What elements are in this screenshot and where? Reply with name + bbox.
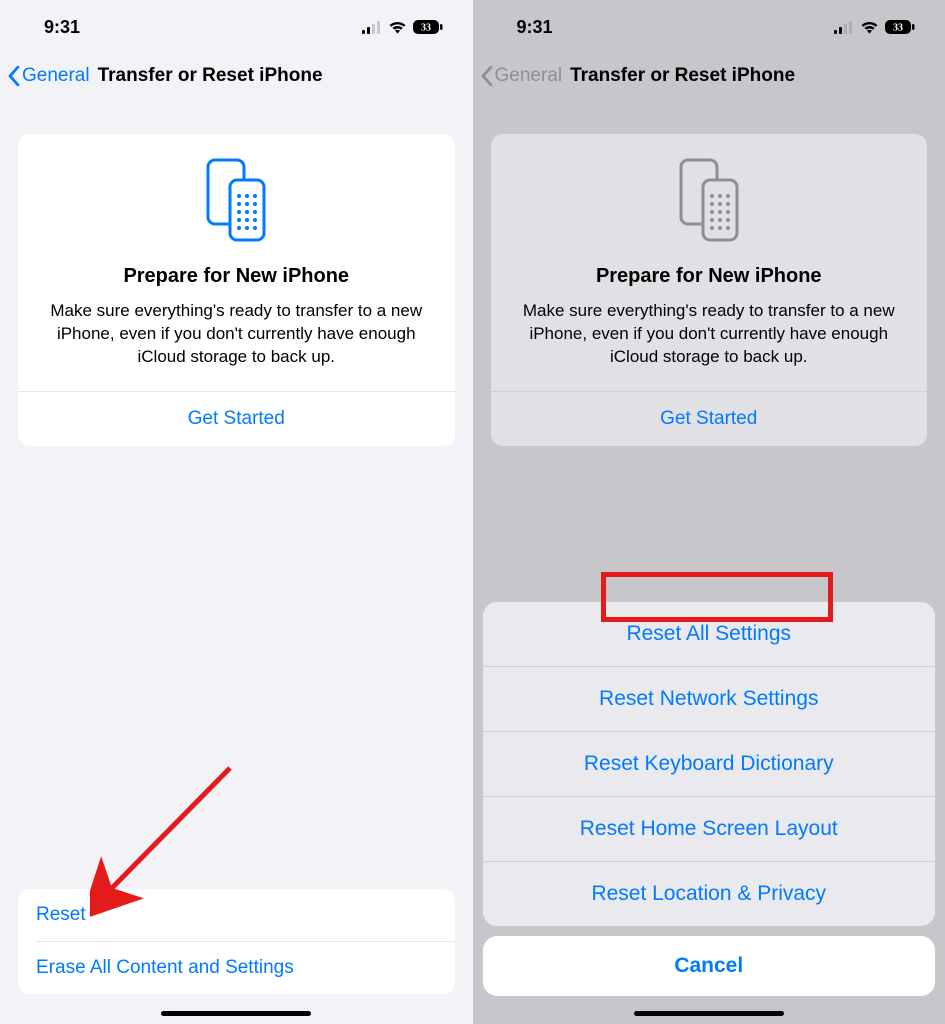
battery-icon: 33 <box>413 20 443 34</box>
home-indicator[interactable] <box>161 1011 311 1016</box>
transfer-devices-icon <box>200 158 272 242</box>
reset-keyboard-dictionary-item[interactable]: Reset Keyboard Dictionary <box>483 732 936 796</box>
back-label: General <box>22 65 90 87</box>
back-button: General <box>481 65 563 87</box>
svg-text:33: 33 <box>421 23 431 34</box>
prepare-card: Prepare for New iPhone Make sure everyth… <box>491 134 928 446</box>
reset-network-settings-item[interactable]: Reset Network Settings <box>483 667 936 731</box>
prepare-card-body: Make sure everything's ready to transfer… <box>509 300 910 369</box>
wifi-icon <box>388 20 407 34</box>
cellular-icon <box>362 21 382 34</box>
reset-row[interactable]: Reset <box>18 889 455 941</box>
erase-all-row[interactable]: Erase All Content and Settings <box>18 942 455 994</box>
get-started-button[interactable]: Get Started <box>36 392 437 446</box>
cellular-icon <box>834 21 854 34</box>
status-time: 9:31 <box>517 17 553 38</box>
wifi-icon <box>860 20 879 34</box>
svg-text:33: 33 <box>893 23 903 34</box>
get-started-button: Get Started <box>509 392 910 446</box>
status-icons: 33 <box>834 20 915 34</box>
prepare-card: Prepare for New iPhone Make sure everyth… <box>18 134 455 446</box>
phone-screenshot-right: 9:31 33 General Transfer or Reset iPhone… <box>473 0 945 1024</box>
phone-screenshot-left: 9:31 33 General Transfer or Reset iPhone… <box>0 0 473 1024</box>
home-indicator[interactable] <box>634 1011 784 1016</box>
reset-options-list: Reset Erase All Content and Settings <box>18 889 455 994</box>
reset-all-settings-item[interactable]: Reset All Settings <box>483 602 936 666</box>
status-icons: 33 <box>362 20 443 34</box>
reset-action-sheet: Reset All Settings Reset Network Setting… <box>483 602 936 996</box>
action-sheet-group: Reset All Settings Reset Network Setting… <box>483 602 936 926</box>
battery-icon: 33 <box>885 20 915 34</box>
status-bar: 9:31 33 <box>0 0 473 54</box>
status-bar: 9:31 33 <box>473 0 945 54</box>
back-label: General <box>495 65 563 87</box>
prepare-card-title: Prepare for New iPhone <box>509 265 910 288</box>
back-button[interactable]: General <box>8 65 90 87</box>
nav-bar: General Transfer or Reset iPhone <box>0 54 473 98</box>
page-title: Transfer or Reset iPhone <box>570 65 795 87</box>
page-title: Transfer or Reset iPhone <box>98 65 323 87</box>
transfer-devices-icon <box>673 158 745 242</box>
prepare-card-body: Make sure everything's ready to transfer… <box>36 300 437 369</box>
reset-location-privacy-item[interactable]: Reset Location & Privacy <box>483 862 936 926</box>
chevron-left-icon <box>481 66 493 86</box>
chevron-left-icon <box>8 66 20 86</box>
status-time: 9:31 <box>44 17 80 38</box>
cancel-button[interactable]: Cancel <box>483 936 936 996</box>
nav-bar: General Transfer or Reset iPhone <box>473 54 945 98</box>
prepare-card-title: Prepare for New iPhone <box>36 265 437 288</box>
reset-home-screen-layout-item[interactable]: Reset Home Screen Layout <box>483 797 936 861</box>
